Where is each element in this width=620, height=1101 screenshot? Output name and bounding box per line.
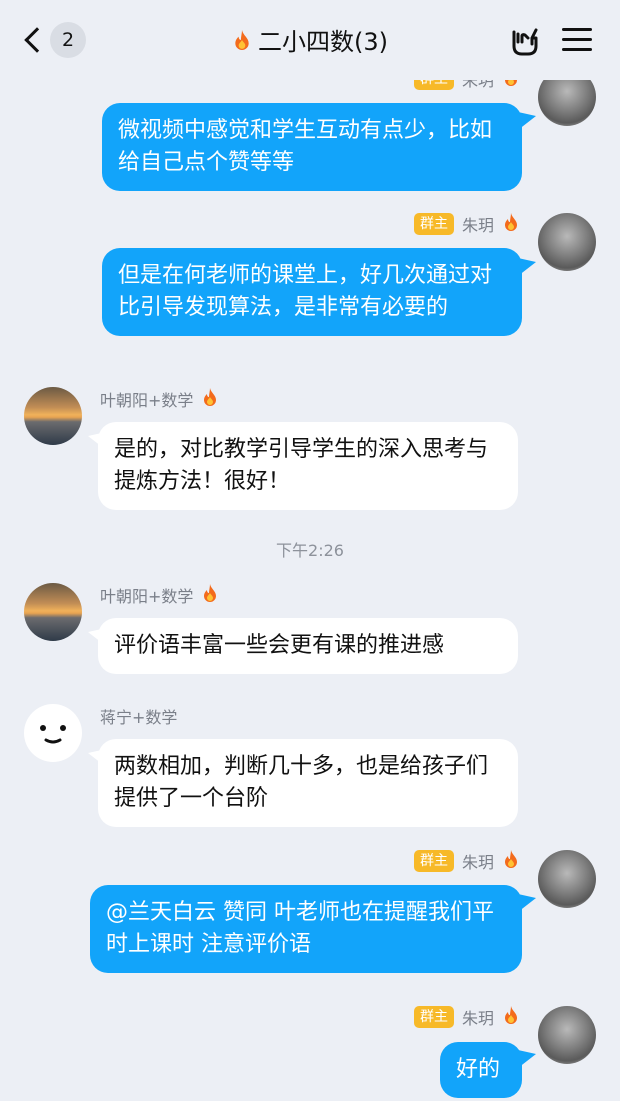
sender-name[interactable]: 朱玥 — [462, 849, 494, 873]
sender-name[interactable]: 朱玥 — [462, 1005, 494, 1029]
message-bubble[interactable]: 微视频中感觉和学生互动有点少，比如给自己点个赞等等 — [102, 103, 522, 191]
message-bubble[interactable]: 好的 — [440, 1042, 522, 1098]
sender-name[interactable]: 叶朝阳+数学 — [100, 583, 193, 607]
message-text: 两数相加，判断几十多，也是给孩子们提供了一个台阶 — [114, 754, 489, 811]
message-bubble[interactable]: 评价语丰富一些会更有课的推进感 — [98, 618, 518, 674]
message-bubble[interactable]: @兰天白云 赞同 叶老师也在提醒我们平时上课时 注意评价语 — [90, 885, 522, 973]
flame-icon — [502, 1005, 520, 1029]
sender-name[interactable]: 朱玥 — [462, 212, 494, 236]
owner-tag: 群主 — [413, 1006, 454, 1028]
message-bubble[interactable]: 两数相加，判断几十多，也是给孩子们提供了一个台阶 — [98, 739, 518, 827]
timestamp-divider: 下午2:26 — [276, 541, 344, 560]
message-bubble[interactable]: 是的，对比教学引导学生的深入思考与提炼方法！很好！ — [98, 422, 518, 510]
message-text: 好的 — [456, 1057, 501, 1082]
flame-icon — [201, 387, 219, 411]
message-bubble[interactable]: 但是在何老师的课堂上，好几次通过对比引导发现算法，是非常有必要的 — [102, 248, 522, 336]
message-text: 评价语丰富一些会更有课的推进感 — [114, 633, 445, 658]
avatar[interactable] — [24, 583, 82, 641]
sender-name[interactable]: 叶朝阳+数学 — [100, 387, 193, 411]
chat-area[interactable]: 群主 朱玥 微视频中感觉和学生互动有点少，比如给自己点个赞等等 群主 朱玥 但是… — [0, 0, 620, 1101]
sender-line: 叶朝阳+数学 — [100, 387, 219, 411]
avatar[interactable] — [24, 387, 82, 445]
smiley-icon — [40, 725, 66, 744]
sender-line: 群主 朱玥 — [340, 849, 520, 873]
menu-icon[interactable] — [562, 28, 592, 52]
bubble-tail — [518, 112, 536, 130]
top-bar: 2 二小四数(3) — [0, 0, 620, 80]
message-text: @兰天白云 赞同 叶老师也在提醒我们平时上课时 注意评价语 — [106, 900, 494, 957]
bubble-tail — [518, 894, 536, 912]
owner-tag: 群主 — [413, 850, 454, 872]
flame-icon — [502, 212, 520, 236]
sender-line: 群主 朱玥 — [340, 212, 520, 236]
avatar[interactable] — [538, 213, 596, 271]
flame-icon — [232, 28, 252, 58]
avatar[interactable] — [538, 850, 596, 908]
message-text: 微视频中感觉和学生互动有点少，比如给自己点个赞等等 — [118, 118, 493, 175]
hand-gesture-icon[interactable] — [508, 24, 542, 58]
message-text: 但是在何老师的课堂上，好几次通过对比引导发现算法，是非常有必要的 — [118, 263, 493, 320]
sender-name[interactable]: 蒋宁+数学 — [100, 704, 177, 728]
owner-tag: 群主 — [413, 213, 454, 235]
flame-icon — [201, 583, 219, 607]
sender-line: 蒋宁+数学 — [100, 704, 177, 728]
chat-title-text: 二小四数(3) — [258, 28, 388, 56]
message-text: 是的，对比教学引导学生的深入思考与提炼方法！很好！ — [114, 437, 489, 494]
flame-icon — [502, 849, 520, 873]
avatar[interactable] — [538, 1006, 596, 1064]
sender-line: 群主 朱玥 — [340, 1005, 520, 1029]
avatar[interactable] — [24, 704, 82, 762]
sender-line: 叶朝阳+数学 — [100, 583, 219, 607]
bubble-tail — [518, 1050, 536, 1068]
bubble-tail — [518, 258, 536, 276]
